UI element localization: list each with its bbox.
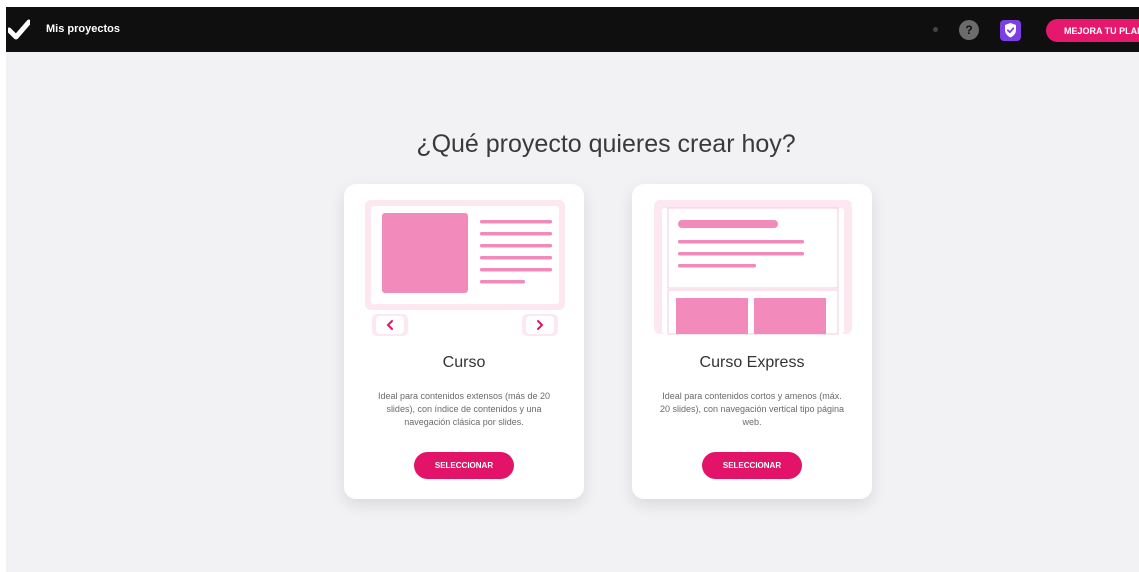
notification-dot (933, 27, 938, 32)
page-heading: ¿Qué proyecto quieres crear hoy? (416, 130, 796, 158)
help-icon[interactable]: ? (959, 20, 979, 40)
express-course-illustration (654, 200, 852, 335)
checkmark-logo-icon[interactable] (8, 19, 30, 41)
course-illustration (365, 200, 565, 336)
express-course-card-title: Curso Express (699, 354, 805, 371)
top-bar: Mis proyectos ? MEJORA TU PLAN (6, 7, 1139, 52)
main-content: ¿Qué proyecto quieres crear hoy? Curso I… (6, 52, 1139, 572)
shield-check-icon[interactable] (1000, 20, 1021, 41)
select-express-course-button[interactable]: SELECCIONAR (702, 452, 802, 479)
express-course-card-description: Ideal para contenidos cortos y amenos (m… (659, 391, 845, 427)
express-course-card[interactable]: Curso Express Ideal para contenidos cort… (632, 184, 872, 499)
course-card-title: Curso (442, 354, 486, 371)
chevron-left-icon (372, 314, 408, 336)
course-card[interactable]: Curso Ideal para contenidos extensos (má… (344, 184, 584, 499)
my-projects-link[interactable]: Mis proyectos (46, 23, 120, 35)
upgrade-plan-button[interactable]: MEJORA TU PLAN (1046, 19, 1139, 42)
course-card-description: Ideal para contenidos extensos (más de 2… (377, 391, 551, 427)
select-course-button[interactable]: SELECCIONAR (414, 452, 514, 479)
chevron-right-icon (522, 314, 558, 336)
